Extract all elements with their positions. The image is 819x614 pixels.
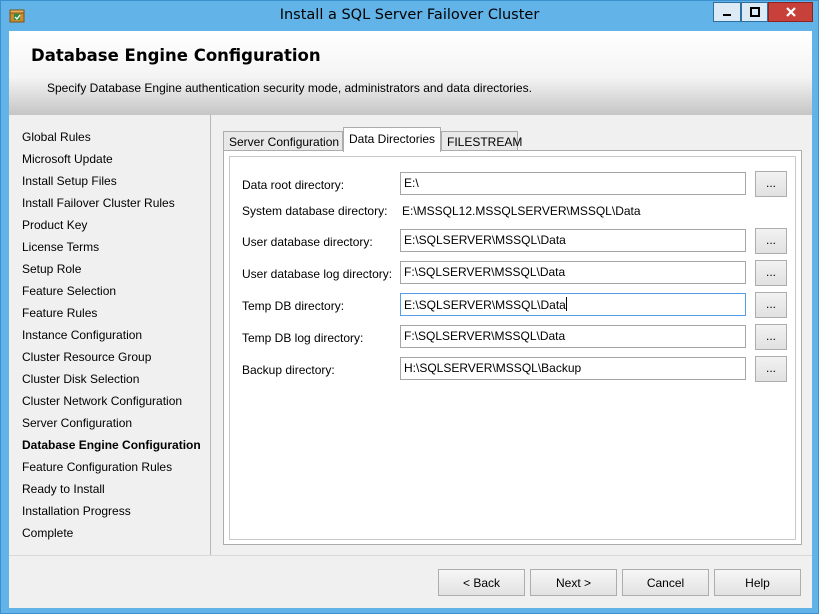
step-install-setup-files[interactable]: Install Setup Files bbox=[22, 174, 117, 188]
temp-db-log-browse-button[interactable]: ... bbox=[755, 324, 787, 350]
temp-db-input[interactable]: E:\SQLSERVER\MSSQL\Data bbox=[400, 293, 746, 316]
data-root-label: Data root directory: bbox=[242, 178, 345, 192]
temp-db-label: Temp DB directory: bbox=[242, 299, 345, 313]
tab-data-directories[interactable]: Data Directories bbox=[343, 127, 441, 152]
user-db-log-browse-button[interactable]: ... bbox=[755, 260, 787, 286]
page-description: Specify Database Engine authentication s… bbox=[47, 81, 532, 95]
back-button[interactable]: < Back bbox=[438, 569, 525, 596]
tab-filestream[interactable]: FILESTREAM bbox=[441, 131, 522, 151]
user-db-browse-button[interactable]: ... bbox=[755, 228, 787, 254]
data-root-input[interactable]: E:\ bbox=[400, 172, 746, 195]
data-directories-panel: Data root directory: E:\ ... System data… bbox=[223, 150, 802, 545]
temp-db-log-input[interactable]: F:\SQLSERVER\MSSQL\Data bbox=[400, 325, 746, 348]
next-button[interactable]: Next > bbox=[530, 569, 617, 596]
step-global-rules[interactable]: Global Rules bbox=[22, 130, 91, 144]
step-setup-role[interactable]: Setup Role bbox=[22, 262, 81, 276]
step-ready-to-install[interactable]: Ready to Install bbox=[22, 482, 105, 496]
step-cluster-resource-group[interactable]: Cluster Resource Group bbox=[22, 350, 151, 364]
tab-server-configuration[interactable]: Server Configuration bbox=[223, 131, 343, 151]
user-db-log-input[interactable]: F:\SQLSERVER\MSSQL\Data bbox=[400, 261, 746, 284]
window-title: Install a SQL Server Failover Cluster bbox=[279, 7, 540, 23]
footer-bar: < Back Next > Cancel Help bbox=[9, 555, 812, 608]
page-title: Database Engine Configuration bbox=[31, 46, 321, 65]
step-install-failover-cluster-rules[interactable]: Install Failover Cluster Rules bbox=[22, 196, 175, 210]
title-bar[interactable]: Install a SQL Server Failover Cluster bbox=[1, 1, 818, 31]
minimize-button[interactable] bbox=[713, 2, 741, 22]
user-db-label: User database directory: bbox=[242, 235, 373, 249]
step-cluster-network-configuration[interactable]: Cluster Network Configuration bbox=[22, 394, 182, 408]
system-db-value: E:\MSSQL12.MSSQLSERVER\MSSQL\Data bbox=[402, 204, 641, 218]
step-cluster-disk-selection[interactable]: Cluster Disk Selection bbox=[22, 372, 139, 386]
help-button[interactable]: Help bbox=[714, 569, 801, 596]
user-db-log-label: User database log directory: bbox=[242, 267, 393, 281]
step-database-engine-configuration[interactable]: Database Engine Configuration bbox=[22, 438, 201, 452]
directories-group: Data root directory: E:\ ... System data… bbox=[229, 156, 796, 540]
step-installation-progress[interactable]: Installation Progress bbox=[22, 504, 131, 518]
temp-db-log-label: Temp DB log directory: bbox=[242, 331, 364, 345]
maximize-button[interactable] bbox=[741, 2, 768, 22]
client-area: Database Engine Configuration Specify Da… bbox=[9, 31, 812, 608]
step-feature-selection[interactable]: Feature Selection bbox=[22, 284, 116, 298]
step-server-configuration[interactable]: Server Configuration bbox=[22, 416, 132, 430]
step-product-key[interactable]: Product Key bbox=[22, 218, 87, 232]
step-instance-configuration[interactable]: Instance Configuration bbox=[22, 328, 142, 342]
maximize-icon bbox=[749, 7, 760, 17]
system-db-label: System database directory: bbox=[242, 204, 388, 218]
content-pane: Server Configuration Data Directories FI… bbox=[212, 115, 812, 555]
step-microsoft-update[interactable]: Microsoft Update bbox=[22, 152, 113, 166]
backup-input[interactable]: H:\SQLSERVER\MSSQL\Backup bbox=[400, 357, 746, 380]
temp-db-browse-button[interactable]: ... bbox=[755, 292, 787, 318]
cancel-button[interactable]: Cancel bbox=[622, 569, 709, 596]
step-complete[interactable]: Complete bbox=[22, 526, 73, 540]
step-feature-configuration-rules[interactable]: Feature Configuration Rules bbox=[22, 460, 172, 474]
minimize-icon bbox=[723, 14, 731, 16]
close-icon bbox=[785, 7, 796, 17]
step-license-terms[interactable]: License Terms bbox=[22, 240, 99, 254]
backup-browse-button[interactable]: ... bbox=[755, 356, 787, 382]
installer-window: Install a SQL Server Failover Cluster Da… bbox=[0, 0, 819, 614]
page-header: Database Engine Configuration Specify Da… bbox=[9, 31, 812, 115]
steps-list: Global Rules Microsoft Update Install Se… bbox=[9, 115, 211, 555]
text-caret bbox=[565, 297, 567, 311]
close-button[interactable] bbox=[768, 2, 813, 22]
backup-label: Backup directory: bbox=[242, 363, 335, 377]
step-feature-rules[interactable]: Feature Rules bbox=[22, 306, 97, 320]
temp-db-input-text: E:\SQLSERVER\MSSQL\Data bbox=[404, 298, 566, 312]
user-db-input[interactable]: E:\SQLSERVER\MSSQL\Data bbox=[400, 229, 746, 252]
data-root-browse-button[interactable]: ... bbox=[755, 171, 787, 197]
